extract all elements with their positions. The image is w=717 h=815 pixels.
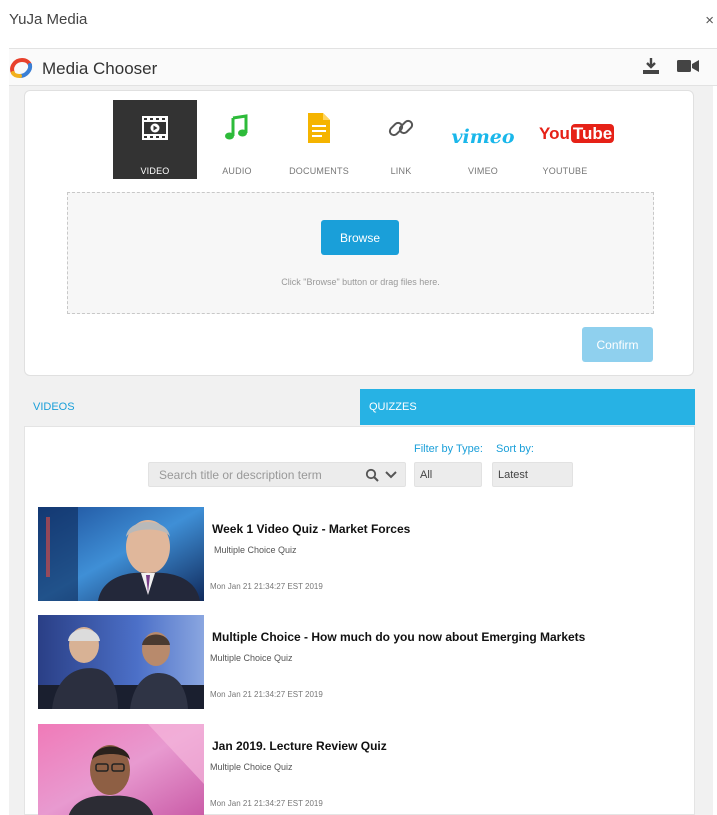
quiz-thumbnail [38, 724, 204, 815]
document-icon [308, 113, 330, 143]
tab-videos[interactable]: VIDEOS [24, 389, 360, 425]
quiz-type: Multiple Choice Quiz [214, 545, 297, 555]
quiz-date: Mon Jan 21 21:34:27 EST 2019 [210, 799, 323, 808]
quiz-item[interactable]: Week 1 Video Quiz - Market Forces Multip… [38, 507, 688, 607]
quiz-title[interactable]: Week 1 Video Quiz - Market Forces [212, 522, 410, 536]
video-camera-icon[interactable] [677, 58, 699, 74]
quiz-item[interactable]: Jan 2019. Lecture Review Quiz Multiple C… [38, 724, 688, 815]
window-titlebar: YuJa Media × [0, 0, 717, 40]
upload-card: VIDEO AUDIO DOCUMENTS LINK vimeo VIMEO Y… [24, 90, 694, 376]
search-box[interactable] [148, 462, 406, 487]
link-chain-icon [388, 119, 414, 137]
quiz-title[interactable]: Multiple Choice - How much do you now ab… [212, 630, 585, 644]
drop-hint: Click "Browse" button or drag files here… [281, 277, 440, 287]
search-icon[interactable] [365, 468, 379, 482]
search-input[interactable] [159, 467, 359, 483]
media-type-label: AUDIO [222, 166, 252, 176]
confirm-button[interactable]: Confirm [582, 327, 653, 362]
yuja-logo-icon [10, 57, 33, 78]
quiz-title[interactable]: Jan 2019. Lecture Review Quiz [212, 739, 387, 753]
media-chooser-header: Media Chooser [9, 48, 717, 86]
youtube-logo: You Tube [539, 124, 615, 143]
quiz-item[interactable]: Multiple Choice - How much do you now ab… [38, 615, 688, 715]
chevron-down-icon[interactable] [385, 470, 397, 480]
close-icon[interactable]: × [705, 12, 714, 29]
media-type-audio-tab[interactable]: AUDIO [195, 100, 279, 179]
sort-by-select[interactable]: Latest [492, 462, 573, 487]
media-type-youtube-tab[interactable]: You Tube YOUTUBE [523, 100, 615, 179]
window-title: YuJa Media [9, 11, 88, 28]
quiz-type: Multiple Choice Quiz [210, 653, 293, 663]
media-type-label: LINK [390, 166, 412, 176]
download-icon[interactable] [641, 56, 661, 76]
media-type-link-tab[interactable]: LINK [359, 100, 443, 179]
quiz-thumbnail [38, 615, 204, 709]
browse-button[interactable]: Browse [321, 220, 399, 255]
media-chooser-title: Media Chooser [42, 59, 158, 78]
filter-by-type-label: Filter by Type: [414, 443, 483, 455]
music-note-icon [225, 114, 248, 140]
media-type-label: VIDEO [140, 166, 170, 176]
file-drop-zone[interactable]: Browse Click "Browse" button or drag fil… [67, 192, 654, 314]
quiz-type: Multiple Choice Quiz [210, 762, 293, 772]
vimeo-logo: vimeo [451, 126, 515, 148]
media-type-label: YOUTUBE [542, 166, 588, 176]
tab-quizzes[interactable]: QUIZZES [360, 389, 695, 425]
video-film-icon [142, 116, 168, 140]
quiz-date: Mon Jan 21 21:34:27 EST 2019 [210, 690, 323, 699]
quiz-thumbnail [38, 507, 204, 601]
media-type-label: VIMEO [467, 166, 498, 176]
filter-by-type-select[interactable]: All [414, 462, 482, 487]
sort-by-label: Sort by: [496, 443, 534, 455]
media-type-video-tab[interactable]: VIDEO [113, 100, 197, 179]
quiz-list-card: Filter by Type: Sort by: All Latest [24, 426, 695, 815]
media-type-label: DOCUMENTS [289, 166, 349, 176]
media-type-vimeo-tab[interactable]: vimeo VIMEO [441, 100, 525, 179]
quiz-date: Mon Jan 21 21:34:27 EST 2019 [210, 582, 323, 591]
media-type-documents-tab[interactable]: DOCUMENTS [277, 100, 361, 179]
